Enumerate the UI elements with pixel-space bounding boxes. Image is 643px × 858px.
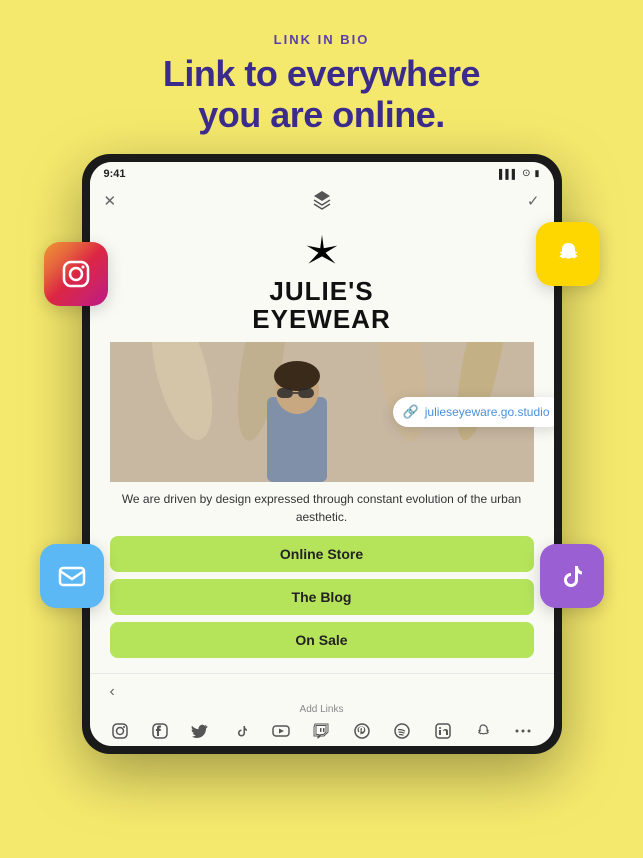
close-icon[interactable]: ✕ bbox=[104, 192, 117, 210]
page-content: JULIE'S EYEWEAR bbox=[90, 221, 554, 673]
battery-icon: ▮ bbox=[535, 168, 540, 179]
status-icons: ▌▌▌ ⊙ ▮ bbox=[499, 168, 539, 179]
on-sale-button[interactable]: On Sale bbox=[110, 622, 534, 658]
nav-twitter-icon[interactable] bbox=[189, 720, 211, 742]
nav-youtube-icon[interactable] bbox=[270, 720, 292, 742]
url-text: julieseyeware.go.studio bbox=[425, 405, 550, 419]
brand-line1: JULIE'S bbox=[269, 276, 373, 306]
status-time: 9:41 bbox=[104, 168, 126, 180]
online-store-button[interactable]: Online Store bbox=[110, 536, 534, 572]
nav-more-icon[interactable] bbox=[512, 720, 534, 742]
tiktok-icon[interactable] bbox=[540, 544, 604, 608]
nav-linkedin-icon[interactable] bbox=[432, 720, 454, 742]
subtitle-label: LINK IN BIO bbox=[163, 32, 480, 47]
back-arrow[interactable]: ‹ bbox=[100, 680, 544, 704]
the-blog-button[interactable]: The Blog bbox=[110, 579, 534, 615]
snapchat-icon[interactable] bbox=[536, 222, 600, 286]
main-heading: Link to everywhere you are online. bbox=[163, 53, 480, 136]
brand-star-icon bbox=[110, 233, 534, 275]
layers-icon bbox=[311, 188, 333, 215]
heading-line2: you are online. bbox=[198, 94, 445, 135]
status-bar: 9:41 ▌▌▌ ⊙ ▮ bbox=[90, 162, 554, 184]
nav-twitch-icon[interactable] bbox=[310, 720, 332, 742]
description-text: We are driven by design expressed throug… bbox=[110, 490, 534, 526]
header-section: LINK IN BIO Link to everywhere you are o… bbox=[163, 0, 480, 154]
tablet-device: 9:41 ▌▌▌ ⊙ ▮ ✕ ✓ bbox=[82, 154, 562, 754]
nav-tiktok-icon[interactable] bbox=[230, 720, 252, 742]
nav-icons bbox=[100, 720, 544, 742]
tablet-wrapper: 9:41 ▌▌▌ ⊙ ▮ ✕ ✓ bbox=[82, 154, 562, 754]
nav-snapchat-icon2[interactable] bbox=[472, 720, 494, 742]
heading-line1: Link to everywhere bbox=[163, 53, 480, 94]
bottom-bar: ‹ Add Links bbox=[90, 673, 554, 746]
nav-facebook-icon[interactable] bbox=[149, 720, 171, 742]
check-icon[interactable]: ✓ bbox=[527, 192, 540, 210]
hero-image: 🔗 julieseyeware.go.studio bbox=[110, 342, 534, 482]
tablet-screen: 9:41 ▌▌▌ ⊙ ▮ ✕ ✓ bbox=[90, 162, 554, 746]
nav-instagram-icon[interactable] bbox=[109, 720, 131, 742]
mail-icon[interactable] bbox=[40, 544, 104, 608]
url-pill[interactable]: 🔗 julieseyeware.go.studio bbox=[393, 397, 554, 427]
brand-name: JULIE'S EYEWEAR bbox=[110, 277, 534, 334]
nav-pinterest-icon[interactable] bbox=[351, 720, 373, 742]
instagram-icon[interactable] bbox=[44, 242, 108, 306]
browser-bar: ✕ ✓ bbox=[90, 184, 554, 221]
link-icon: 🔗 bbox=[403, 404, 419, 420]
brand-line2: EYEWEAR bbox=[252, 304, 390, 334]
wifi-icon: ⊙ bbox=[522, 168, 530, 179]
nav-spotify-icon[interactable] bbox=[391, 720, 413, 742]
signal-icon: ▌▌▌ bbox=[499, 169, 518, 179]
add-links-label: Add Links bbox=[100, 704, 544, 715]
